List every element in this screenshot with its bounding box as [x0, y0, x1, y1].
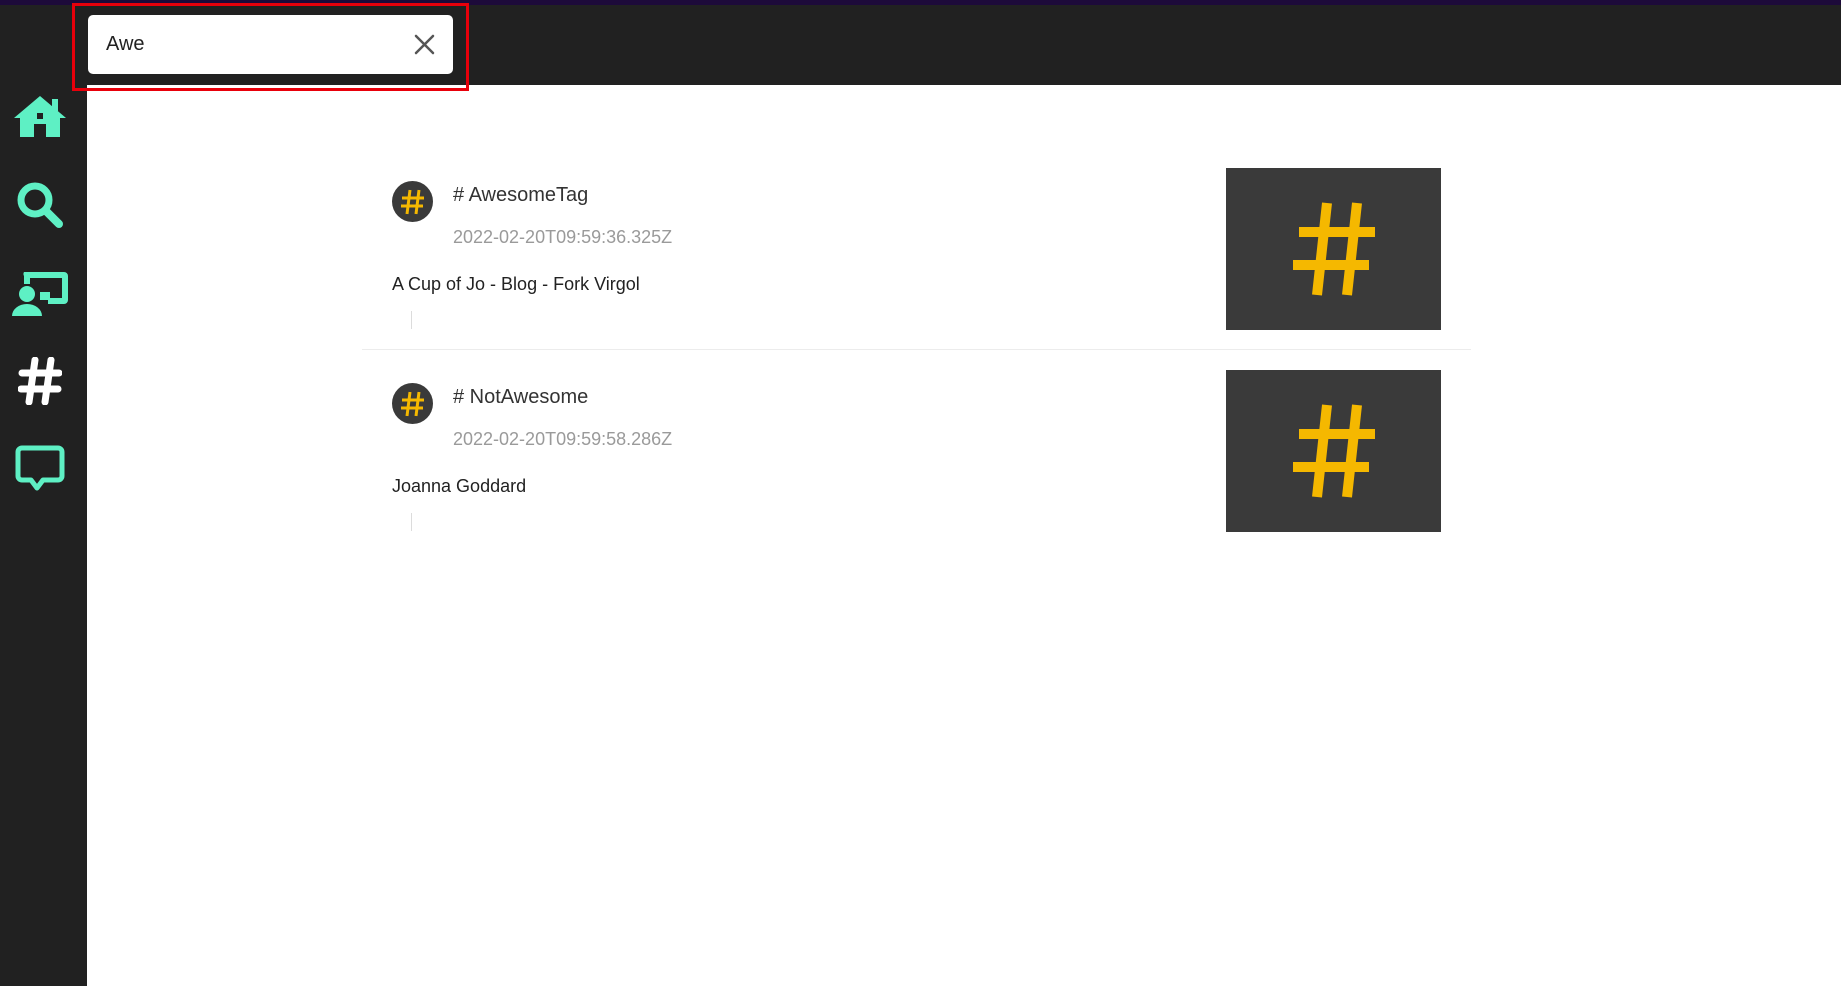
tag-thumbnail[interactable] [1226, 168, 1441, 330]
tag-thumbnail[interactable] [1226, 370, 1441, 532]
tag-title[interactable]: # NotAwesome [453, 386, 588, 409]
sidebar-item-search[interactable] [8, 173, 72, 237]
search-box [88, 15, 453, 74]
tag-title[interactable]: # AwesomeTag [453, 184, 588, 207]
sidebar [0, 5, 87, 986]
result-divider [362, 349, 1471, 350]
hashtag-icon [400, 391, 424, 416]
list-item[interactable]: # NotAwesome 2022-02-20T09:59:58.286Z Jo… [362, 370, 1471, 583]
sidebar-item-home[interactable] [8, 85, 72, 149]
close-icon [414, 34, 435, 55]
hashtag-icon [1292, 404, 1375, 498]
sidebar-item-messages[interactable] [8, 437, 72, 501]
hashtag-icon [1292, 202, 1375, 296]
sidebar-item-tags[interactable] [8, 349, 72, 413]
home-icon [14, 96, 66, 137]
clear-search-button[interactable] [412, 32, 437, 57]
tag-date: 2022-02-20T09:59:58.286Z [453, 429, 673, 449]
hashtag-icon [400, 189, 424, 214]
divider [411, 513, 412, 531]
search-icon [17, 182, 63, 228]
divider [411, 311, 412, 329]
hashtag-icon [18, 357, 62, 405]
user-screen-icon [12, 272, 68, 316]
chat-bubble-icon [15, 445, 65, 491]
avatar [392, 383, 433, 424]
tag-date: 2022-02-20T09:59:36.325Z [453, 227, 673, 247]
tag-description: A Cup of Jo - Blog - Fork Virgol [392, 274, 640, 294]
avatar [392, 181, 433, 222]
search-input[interactable] [106, 15, 396, 74]
sidebar-item-presenter[interactable] [8, 261, 72, 325]
tag-description: Joanna Goddard [392, 476, 527, 496]
list-item[interactable]: # AwesomeTag 2022-02-20T09:59:36.325Z A … [362, 168, 1471, 381]
